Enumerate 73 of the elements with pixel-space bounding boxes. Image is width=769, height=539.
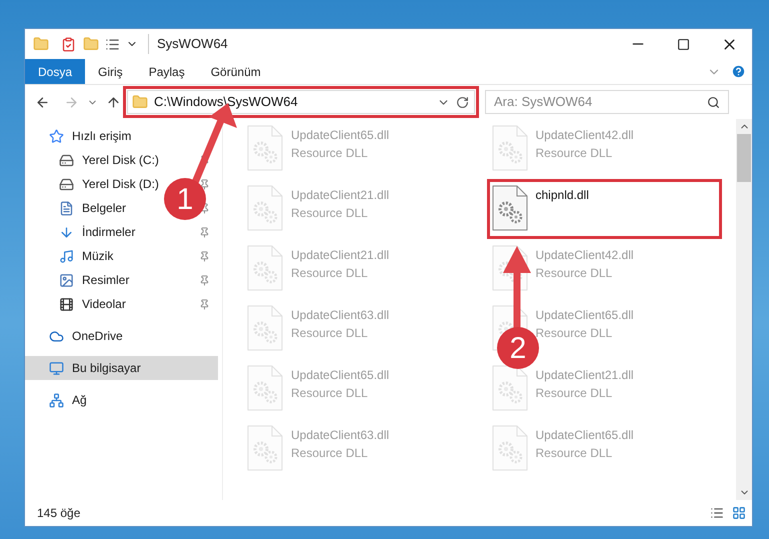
nav-item[interactable]: Ağ xyxy=(49,391,87,409)
settings-file-icon xyxy=(247,305,283,351)
pin-icon[interactable] xyxy=(199,154,210,166)
settings-file-icon xyxy=(247,245,283,291)
pin-icon[interactable] xyxy=(199,298,210,310)
pin-icon[interactable] xyxy=(199,226,210,238)
nav-item[interactable]: Videolar xyxy=(59,295,126,313)
drive-icon xyxy=(59,152,74,168)
back-icon[interactable] xyxy=(35,94,50,110)
file-type: Resource DLL xyxy=(291,145,369,162)
settings-file-icon xyxy=(247,185,283,231)
cloud-icon xyxy=(49,328,64,344)
folder-icon xyxy=(33,36,49,52)
document-icon xyxy=(59,200,74,216)
file-type: Resource DLL xyxy=(536,145,614,162)
address-field[interactable]: C:\Windows\SysWOW64 xyxy=(127,90,475,114)
nav-item[interactable]: Bu bilgisayar xyxy=(49,359,141,377)
nav-item[interactable]: Resimler xyxy=(59,271,130,289)
address-path: C:\Windows\SysWOW64 xyxy=(154,93,299,112)
large-icons-view-icon[interactable] xyxy=(732,506,746,520)
pin-icon[interactable] xyxy=(199,250,210,262)
nav-item[interactable]: Belgeler xyxy=(59,199,126,217)
nav-item[interactable]: Müzik xyxy=(59,247,114,265)
file-type: Resource DLL xyxy=(291,265,369,282)
file-type: Resource DLL xyxy=(291,325,369,342)
settings-file-icon xyxy=(247,125,283,171)
ribbon-tab[interactable]: Görünüm xyxy=(198,59,274,84)
search-field[interactable]: Ara: SysWOW64 xyxy=(485,90,729,114)
network-icon xyxy=(49,392,64,408)
settings-file-icon xyxy=(492,365,528,411)
maximize-icon[interactable] xyxy=(677,38,690,50)
up-icon[interactable] xyxy=(106,94,121,110)
scroll-thumb[interactable] xyxy=(737,134,751,182)
file-type: Resource DLL xyxy=(291,385,369,402)
refresh-icon[interactable] xyxy=(456,96,469,108)
pin-icon[interactable] xyxy=(199,178,210,190)
window-title: SysWOW64 xyxy=(148,34,228,54)
file-type: Resource DLL xyxy=(291,205,369,222)
settings-file-icon xyxy=(492,185,528,231)
download-icon xyxy=(59,224,74,240)
drive-icon xyxy=(59,176,74,192)
picture-icon xyxy=(59,272,74,288)
file-type: Resource DLL xyxy=(291,445,369,462)
nav-item[interactable]: OneDrive xyxy=(49,327,123,345)
settings-file-icon xyxy=(492,125,528,171)
ribbon-tab[interactable]: Dosya xyxy=(25,59,86,84)
computer-icon xyxy=(49,360,64,376)
file-name[interactable]: chipnld.dll xyxy=(536,186,589,204)
settings-file-icon xyxy=(492,425,528,471)
nav-item[interactable]: İndirmeler xyxy=(59,223,136,241)
ribbon-tab[interactable]: Paylaş xyxy=(136,59,198,84)
view-list-icon[interactable] xyxy=(105,36,120,52)
search-input[interactable]: Ara: SysWOW64 xyxy=(494,92,707,112)
vertical-scrollbar[interactable] xyxy=(736,119,752,500)
nav-item[interactable]: Hızlı erişim xyxy=(49,127,132,145)
settings-file-icon xyxy=(247,365,283,411)
music-note-icon xyxy=(59,248,74,264)
pin-icon[interactable] xyxy=(199,274,210,286)
film-icon xyxy=(59,296,74,312)
properties-icon[interactable] xyxy=(61,36,76,52)
settings-file-icon xyxy=(247,425,283,471)
folder-icon xyxy=(132,94,148,110)
file-type: Resource DLL xyxy=(536,265,614,282)
nav-item[interactable]: Yerel Disk (D:) xyxy=(59,175,159,193)
help-icon[interactable] xyxy=(731,64,746,79)
item-count: 145 öğe xyxy=(37,505,80,522)
file-type: Resource DLL xyxy=(536,385,614,402)
ribbon-tab[interactable]: Giriş xyxy=(85,59,136,84)
file-type: Resource DLL xyxy=(536,445,614,462)
search-icon[interactable] xyxy=(707,96,720,108)
details-view-icon[interactable] xyxy=(710,506,724,520)
star-icon xyxy=(49,128,64,144)
nav-item[interactable]: Yerel Disk (C:) xyxy=(59,151,159,169)
